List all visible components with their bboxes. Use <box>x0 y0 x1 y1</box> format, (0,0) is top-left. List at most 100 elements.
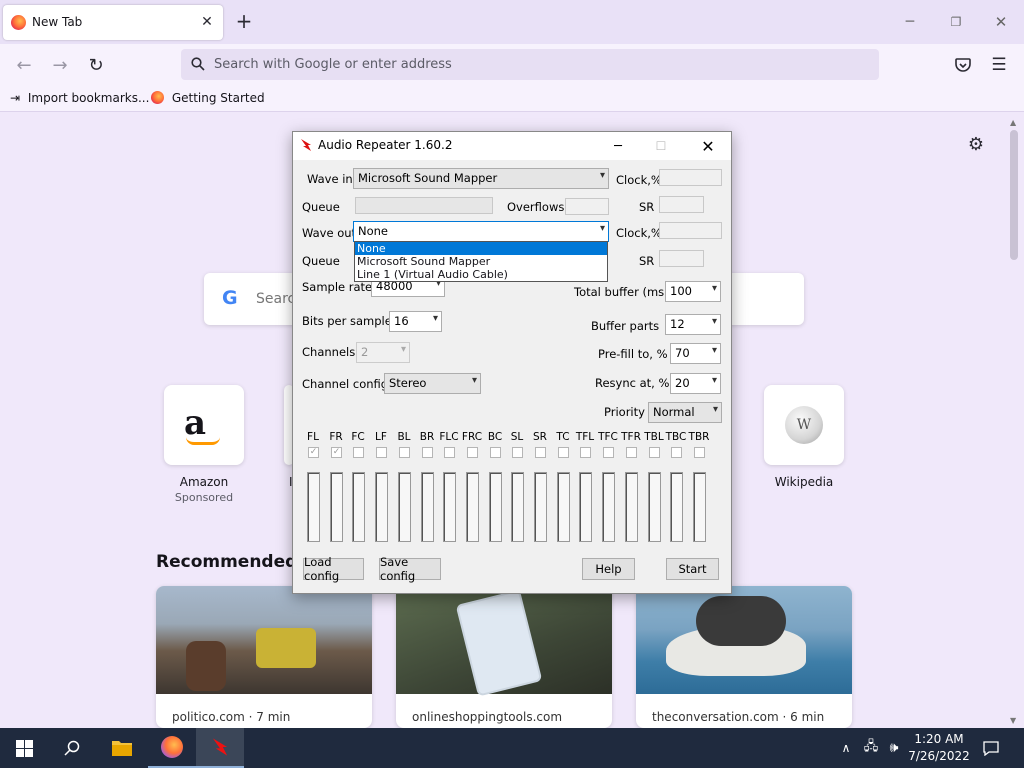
network-icon[interactable]: 🖧 <box>862 739 880 757</box>
channel-checkbox-tfc[interactable] <box>603 447 614 458</box>
channel-checkbox-tfl[interactable] <box>580 447 591 458</box>
wave-in-select[interactable]: Microsoft Sound Mapper ▾ <box>353 168 609 189</box>
channel-checkbox-tbl[interactable] <box>649 447 660 458</box>
sr-in-field <box>659 196 704 213</box>
channel-checkbox-frc[interactable] <box>467 447 478 458</box>
bookmark-import[interactable]: ⇥ Import bookmarks... <box>10 91 149 105</box>
resync-value: 20 <box>675 376 690 390</box>
minimize-window-icon[interactable]: ─ <box>898 12 922 32</box>
dialog-minimize-icon[interactable]: ─ <box>603 136 633 156</box>
url-bar[interactable]: Search with Google or enter address <box>181 49 879 80</box>
tab-new-tab[interactable]: New Tab ✕ <box>3 5 223 40</box>
sample-rate-label: Sample rate <box>302 280 373 294</box>
channel-label-lf: LF <box>375 431 387 443</box>
close-window-icon[interactable]: ✕ <box>989 12 1013 32</box>
channel-checkbox-flc[interactable] <box>444 447 455 458</box>
pocket-icon[interactable] <box>952 54 974 76</box>
scroll-up-icon[interactable]: ▲ <box>1010 118 1016 127</box>
channel-label-fl: FL <box>307 431 319 443</box>
queue-in-meter <box>355 197 493 214</box>
wave-out-dropdown-list[interactable]: None Microsoft Sound Mapper Line 1 (Virt… <box>354 241 608 282</box>
channel-level-meter-sr <box>534 472 547 542</box>
settings-gear-icon[interactable]: ⚙ <box>965 133 987 155</box>
story-card[interactable]: politico.com · 7 min <box>156 586 372 728</box>
channel-level-meter-tfl <box>579 472 592 542</box>
reload-icon[interactable]: ↻ <box>84 53 108 77</box>
dialog-maximize-icon: ☐ <box>655 139 667 153</box>
channel-checkbox-fc[interactable] <box>353 447 364 458</box>
dialog-close-icon[interactable]: ✕ <box>693 135 723 157</box>
story-image <box>156 586 372 694</box>
tab-bar: New Tab ✕ + ─ ❐ ✕ <box>0 0 1024 44</box>
channel-checkbox-br[interactable] <box>422 447 433 458</box>
channel-config-select[interactable]: Stereo ▾ <box>384 373 481 394</box>
restore-window-icon[interactable]: ❐ <box>944 12 968 32</box>
notifications-icon[interactable] <box>981 738 1001 758</box>
total-buffer-value: 100 <box>670 284 692 298</box>
load-config-button[interactable]: Load config <box>303 555 364 583</box>
channel-checkbox-fl[interactable]: ✓ <box>308 447 319 458</box>
priority-select[interactable]: Normal ▾ <box>648 402 722 423</box>
resync-select[interactable]: 20 ▾ <box>670 373 721 394</box>
dropdown-option[interactable]: Line 1 (Virtual Audio Cable) <box>355 268 607 281</box>
wave-out-select[interactable]: None ▾ <box>353 221 609 242</box>
channel-label-tc: TC <box>556 431 570 443</box>
scrollbar-thumb[interactable] <box>1010 130 1018 260</box>
channel-level-meter-bl <box>398 472 411 542</box>
close-tab-icon[interactable]: ✕ <box>198 13 216 31</box>
prefill-label: Pre-fill to, % <box>598 347 668 361</box>
back-icon[interactable]: ← <box>12 53 36 77</box>
shortcut-tile-amazon[interactable]: a <box>164 385 244 465</box>
save-config-button[interactable]: Save config <box>379 555 441 583</box>
channel-checkbox-fr[interactable]: ✓ <box>331 447 342 458</box>
buffer-parts-value: 12 <box>670 317 685 331</box>
buffer-parts-select[interactable]: 12 ▾ <box>665 314 721 335</box>
chevron-up-icon[interactable]: ∧ <box>838 740 854 756</box>
audio-repeater-taskbar-icon[interactable] <box>196 728 244 768</box>
dialog-title-bar[interactable]: Audio Repeater 1.60.2 ─ ☐ ✕ <box>293 132 731 160</box>
clock-in-field <box>659 169 722 186</box>
channel-checkbox-tbc[interactable] <box>671 447 682 458</box>
scrollbar[interactable]: ▲ ▼ <box>1008 118 1020 728</box>
shortcut-tile-wikipedia[interactable]: W <box>764 385 844 465</box>
forward-icon[interactable]: → <box>48 53 72 77</box>
bookmark-label: Import bookmarks... <box>27 91 150 105</box>
dropdown-option[interactable]: None <box>355 242 607 255</box>
channel-checkbox-bl[interactable] <box>399 447 410 458</box>
total-buffer-select[interactable]: 100 ▾ <box>665 281 721 302</box>
channel-label-bl: BL <box>397 431 411 443</box>
new-tab-icon[interactable]: + <box>233 9 255 33</box>
audio-repeater-dialog: Audio Repeater 1.60.2 ─ ☐ ✕ Wave in Micr… <box>292 131 732 594</box>
dropdown-option[interactable]: Microsoft Sound Mapper <box>355 255 607 268</box>
channel-checkbox-sr[interactable] <box>535 447 546 458</box>
chevron-down-icon: ▾ <box>599 223 605 234</box>
chevron-down-icon: ▾ <box>712 404 718 415</box>
clock-time[interactable]: 1:20 AM <box>910 732 968 746</box>
channel-checkbox-tfr[interactable] <box>626 447 637 458</box>
file-explorer-icon[interactable] <box>98 728 146 768</box>
channel-level-meter-lf <box>375 472 388 542</box>
channel-checkbox-sl[interactable] <box>512 447 523 458</box>
story-card[interactable]: onlineshoppingtools.com <box>396 586 612 728</box>
bits-select[interactable]: 16 ▾ <box>389 311 442 332</box>
channel-label-tfc: TFC <box>598 431 618 443</box>
start-button[interactable]: Start <box>666 558 719 580</box>
search-icon[interactable] <box>48 728 96 768</box>
scroll-down-icon[interactable]: ▼ <box>1010 716 1016 725</box>
channel-checkbox-tbr[interactable] <box>694 447 705 458</box>
channel-checkbox-lf[interactable] <box>376 447 387 458</box>
prefill-select[interactable]: 70 ▾ <box>670 343 721 364</box>
clock-date[interactable]: 7/26/2022 <box>904 749 974 763</box>
shortcut-label: Wikipedia <box>774 475 834 489</box>
firefox-icon[interactable] <box>148 728 196 768</box>
menu-icon[interactable]: ☰ <box>988 54 1010 76</box>
volume-icon[interactable]: 🕪 <box>885 739 903 757</box>
channel-checkbox-bc[interactable] <box>490 447 501 458</box>
channels-label: Channels <box>302 345 356 359</box>
channel-checkbox-tc[interactable] <box>558 447 569 458</box>
start-menu-icon[interactable] <box>0 728 48 768</box>
bookmark-getting-started[interactable]: Getting Started <box>151 91 265 105</box>
chevron-down-icon: ▾ <box>400 344 406 355</box>
story-card[interactable]: theconversation.com · 6 min <box>636 586 852 728</box>
help-button[interactable]: Help <box>582 558 635 580</box>
